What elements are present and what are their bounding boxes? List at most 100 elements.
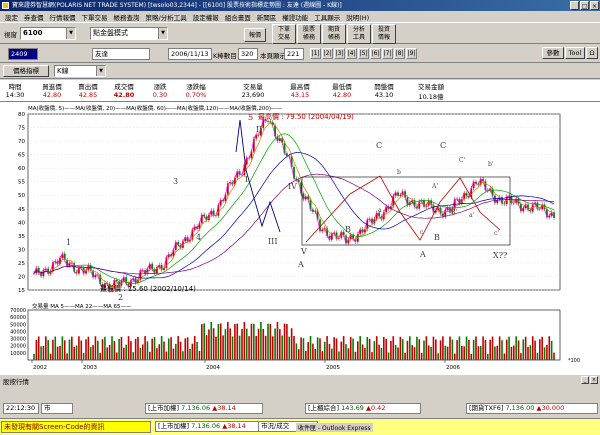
screen-code-select[interactable]: 6100 ▼	[20, 27, 76, 40]
nav-7-icon[interactable]: |7|	[382, 48, 393, 59]
volume-bar	[134, 338, 137, 360]
chevron-down-icon: ▼	[96, 66, 105, 76]
close-button[interactable]: ×	[590, 1, 599, 10]
volume-bar	[352, 338, 354, 360]
menu-quote-search[interactable]: 券查價	[21, 12, 47, 22]
volume-bars	[33, 322, 555, 360]
menu-settings[interactable]: 設定	[2, 12, 21, 22]
volume-bar	[179, 341, 182, 360]
volume-bar	[87, 336, 90, 360]
nav-4-icon[interactable]: |4|	[346, 48, 357, 59]
stock-name-value: 友達	[95, 50, 108, 58]
menu-account[interactable]: 帳務查詢	[111, 12, 143, 22]
ticker-otc[interactable]: [上櫃綜合] 143.69 ▲0.42	[305, 403, 421, 414]
stock-code-input[interactable]: 2409	[8, 48, 38, 60]
futures-account-line2: 帳務	[327, 34, 340, 41]
nav-9-icon[interactable]: |9|	[406, 48, 417, 59]
volume-bar	[442, 336, 444, 360]
volume-bar	[453, 353, 456, 360]
volume-bar	[446, 346, 449, 360]
wave-label: IV	[288, 182, 297, 191]
volume-bar	[257, 328, 260, 360]
menu-news[interactable]: 新聞區	[254, 12, 280, 22]
chart-area[interactable]: 80 75 70 65 60 55 50 45 40 35 30 25 20 15 70000 60000 5…	[0, 102, 600, 375]
wave-label: X??	[493, 251, 507, 260]
ticker-taiex[interactable]: [上市加權] 7,136.06 ▲38.14	[145, 403, 263, 414]
volume-tick-label: 50000	[10, 322, 26, 328]
futures-account-button[interactable]: 期貨 帳務	[322, 24, 346, 44]
menu-layout[interactable]: 組合畫面	[222, 12, 254, 22]
volume-tick-label: 10000	[10, 351, 26, 357]
invest-info-button[interactable]: 投資 情報	[372, 24, 396, 44]
stock-name-select[interactable]: 友達	[92, 48, 150, 60]
menu-help[interactable]: 說明(H)	[343, 12, 372, 22]
kline-count-label: K棒數目	[213, 52, 237, 60]
minimize-button[interactable]: _	[570, 1, 579, 10]
nav-6-icon[interactable]: |6|	[370, 48, 381, 59]
screen-label: 視窗	[4, 31, 17, 39]
volume-bar	[288, 336, 291, 360]
quote-button[interactable]: 報價	[244, 28, 266, 42]
volume-bar	[297, 349, 300, 360]
omega-button[interactable]: Ω	[586, 47, 598, 59]
volume-bar	[80, 340, 83, 360]
volume-bar	[477, 346, 480, 360]
candlesticks	[33, 117, 555, 293]
panel-min-icon[interactable]: _	[581, 376, 589, 384]
maximize-button[interactable]: □	[580, 1, 589, 10]
volume-bar	[539, 339, 541, 360]
nav-3-icon[interactable]: |3|	[334, 48, 345, 59]
volume-bar	[461, 345, 463, 360]
wave-label: b	[397, 169, 401, 176]
volume-bar	[543, 347, 546, 360]
tool-button[interactable]: Tool	[565, 47, 585, 59]
volume-bar	[61, 336, 64, 360]
wave-label: 5	[248, 113, 253, 122]
menu-strategy[interactable]: 策略/分析工具	[143, 12, 190, 22]
stock-account-line1: 股票	[302, 26, 315, 33]
volume-bar	[491, 336, 494, 360]
date-input[interactable]: 2006/11/13	[168, 48, 212, 60]
quote-low: 42.80	[332, 91, 352, 99]
panel-close-icon[interactable]: ×	[590, 376, 598, 384]
analysis-tool-button[interactable]: 分析 工具	[347, 24, 371, 44]
volume-bar	[151, 338, 153, 360]
volume-bar	[177, 336, 179, 360]
market-select[interactable]: 市	[41, 403, 73, 414]
menu-market[interactable]: 行情報價	[47, 12, 79, 22]
volume-tick-label: 60000	[10, 315, 26, 321]
volume-bar	[205, 335, 208, 360]
period-select[interactable]: K線 ▼	[54, 65, 106, 77]
ticker-otc-value: 143.69	[341, 404, 364, 412]
menu-order[interactable]: 下單交易	[79, 12, 111, 22]
volume-bar	[149, 351, 151, 360]
volume-bar	[487, 353, 489, 360]
nav-1-icon[interactable]: |1|	[310, 48, 321, 59]
menu-tools[interactable]: 工具顯示	[311, 12, 343, 22]
volume-bar	[238, 335, 241, 360]
outlook-task[interactable]: 收件匣 - Outlook Express	[296, 423, 373, 432]
menu-rights[interactable]: 設定權報	[190, 12, 222, 22]
mode-select[interactable]: 點金盤模式 ▼	[90, 27, 168, 40]
kline-count-input[interactable]: 320	[238, 48, 258, 60]
volume-bar	[387, 352, 390, 360]
ticker-futures[interactable]: [期貨TXF6] 7,136.00 ▲30.000	[466, 403, 598, 414]
price-chart[interactable]: 8075706560555045403530252015 70000600005…	[0, 102, 600, 375]
nav-2-icon[interactable]: |2|	[322, 48, 333, 59]
ticker-taiex-name: [上市加權]	[148, 404, 180, 412]
indicator-button[interactable]: 價格指標	[3, 65, 49, 77]
volume-bar	[236, 323, 239, 360]
volume-bar	[49, 353, 52, 360]
params-button[interactable]: 參數	[542, 47, 564, 59]
volume-tick-label: 70000	[10, 308, 26, 314]
menu-warrant[interactable]: 權證功能	[279, 12, 311, 22]
status-ticker-taiex[interactable]: [上市加權] 7,136.06 ▲38.14	[155, 421, 267, 432]
nav-5-icon[interactable]: |5|	[358, 48, 369, 59]
order-button[interactable]: 下單 交易	[272, 24, 296, 44]
nav-8-icon[interactable]: |8|	[394, 48, 405, 59]
volume-bar	[191, 343, 194, 360]
stock-account-button[interactable]: 股票 帳務	[297, 24, 321, 44]
volume-bar	[73, 346, 75, 360]
volume-bar	[198, 350, 201, 360]
display-count-input[interactable]: 221	[284, 48, 304, 60]
